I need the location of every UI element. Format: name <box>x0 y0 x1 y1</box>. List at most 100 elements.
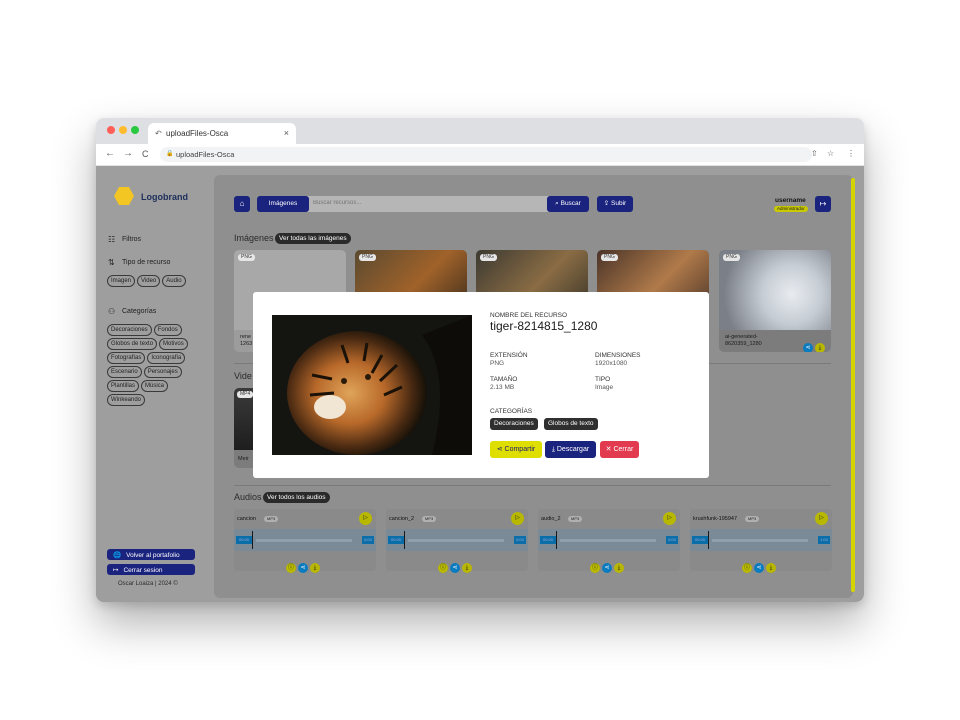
url-field[interactable]: 🔒 uploadFiles-Osca <box>160 147 812 162</box>
see-all-images-button[interactable]: Ver todas las imágenes <box>275 233 351 244</box>
videos-section-title: Vide <box>234 371 252 381</box>
play-icon[interactable]: ▷ <box>359 512 372 525</box>
close-button[interactable]: ✕ Cerrar <box>600 441 639 458</box>
tab-close-icon[interactable]: × <box>284 128 289 138</box>
chip-category[interactable]: Música <box>141 380 169 392</box>
waveform-track <box>712 539 808 542</box>
home-button[interactable]: ⌂ <box>234 196 250 212</box>
download-button[interactable]: ⤓ Descargar <box>545 441 596 458</box>
time-end: 0:00 <box>666 536 678 544</box>
maximize-window-dot[interactable] <box>131 126 139 134</box>
categories-icon: ⚇ <box>108 307 116 316</box>
chip-category[interactable]: Motivos <box>159 338 188 350</box>
share-button-label: Compartir <box>504 446 536 453</box>
back-arrow-icon[interactable]: ← <box>105 148 115 159</box>
waveform[interactable]: 00:00 0:00 <box>234 529 376 551</box>
info-icon[interactable]: ⓘ <box>438 563 448 573</box>
chip-category[interactable]: Fondos <box>153 324 182 336</box>
close-button-label: Cerrar <box>613 446 634 453</box>
url-text: uploadFiles-Osca <box>176 150 235 159</box>
audio-name: audio_2 <box>541 516 561 522</box>
tab-favicon-icon: ↶ <box>155 129 162 138</box>
dimensions-label: DIMENSIONES <box>595 352 641 359</box>
chip-category[interactable]: Winkeando <box>107 394 146 406</box>
share-icon[interactable]: ⋖ <box>450 563 460 573</box>
chip-category[interactable]: Escenario <box>107 366 142 378</box>
scrollbar[interactable] <box>851 178 855 592</box>
waveform[interactable]: 00:00 0:00 <box>538 529 680 551</box>
card-name: rene 1263 <box>240 334 252 348</box>
share-icon: ⋖ <box>496 446 505 453</box>
play-icon[interactable]: ▷ <box>663 512 676 525</box>
download-button-label: Descargar <box>556 446 590 453</box>
role-badge: Administrador <box>774 206 808 212</box>
search-input[interactable] <box>313 200 533 206</box>
audio-name: cancion <box>237 516 256 522</box>
chip-video[interactable]: Video <box>137 275 161 287</box>
lock-icon: 🔒 <box>166 151 174 157</box>
format-badge: MP3 <box>568 516 583 522</box>
format-badge: PNG <box>359 254 376 261</box>
info-icon[interactable]: ⓘ <box>590 563 600 573</box>
download-icon[interactable]: ⤓ <box>310 563 320 573</box>
time-start: 00:00 <box>236 536 252 544</box>
share-icon[interactable]: ⋖ <box>754 563 764 573</box>
reload-icon[interactable]: C <box>142 149 149 159</box>
upload-button-label: Subir <box>611 200 627 207</box>
share-button[interactable]: ⋖ Compartir <box>490 441 542 458</box>
chip-imagen[interactable]: Imagen <box>107 275 136 287</box>
format-badge: MP3 <box>422 516 437 522</box>
forward-arrow-icon[interactable]: → <box>123 148 133 159</box>
bookmark-star-icon[interactable]: ☆ <box>827 149 834 158</box>
logout-icon: ↦ <box>819 199 827 208</box>
upload-button[interactable]: ⇪ Subir <box>597 196 633 212</box>
play-icon[interactable]: ▷ <box>511 512 524 525</box>
download-icon[interactable]: ⤓ <box>815 343 825 352</box>
share-icon[interactable]: ⋖ <box>602 563 612 573</box>
upload-icon: ⇪ <box>603 200 612 207</box>
share-icon[interactable]: ⋖ <box>803 343 813 352</box>
audio-actions: ⓘ ⋖ ⤓ <box>436 556 472 574</box>
image-card[interactable]: PNG ai-generated- 8620359_1280 ⋖ ⤓ <box>719 250 831 352</box>
chip-audio[interactable]: Audio <box>162 275 186 287</box>
download-icon[interactable]: ⤓ <box>462 563 472 573</box>
category-tag: Globos de texto <box>544 418 598 430</box>
back-to-portfolio-button[interactable]: 🌐 Volver al portafolio <box>107 549 195 560</box>
audio-card: audio_2 MP3 ▷ 00:00 0:00 ⓘ ⋖ ⤓ <box>538 509 680 574</box>
time-start: 00:00 <box>540 536 556 544</box>
resource-select[interactable]: Imágenes <box>257 196 309 212</box>
audio-name: cancion_2 <box>389 516 415 522</box>
play-icon[interactable]: ▷ <box>815 512 828 525</box>
browser-menu-icon[interactable]: ⋮ <box>847 149 855 158</box>
logo-hexagon-icon <box>114 187 134 205</box>
type-value: Image <box>595 384 614 391</box>
download-icon[interactable]: ⤓ <box>614 563 624 573</box>
see-all-audios-button[interactable]: Ver todos los audios <box>263 492 330 503</box>
waveform[interactable]: 00:00 1:00 <box>690 529 832 551</box>
portfolio-button-label: Volver al portafolio <box>126 552 180 559</box>
chip-category[interactable]: Plantillas <box>107 380 140 392</box>
waveform[interactable]: 00:00 0:00 <box>386 529 528 551</box>
info-icon[interactable]: ⓘ <box>286 563 296 573</box>
chip-category[interactable]: Iconografía <box>147 352 186 364</box>
time-end: 0:00 <box>514 536 526 544</box>
size-label: TAMAÑO <box>490 376 518 383</box>
resource-type-label: Tipo de recurso <box>122 259 171 266</box>
dimensions-value: 1920x1080 <box>595 360 628 367</box>
close-window-dot[interactable] <box>107 126 115 134</box>
logout-sidebar-button[interactable]: ↦ Cerrar sesion <box>107 564 195 575</box>
browser-titlebar: ↶ uploadFiles-Osca × <box>96 118 864 144</box>
logout-button[interactable]: ↦ <box>815 196 831 212</box>
share-page-icon[interactable]: ⇧ <box>811 149 818 158</box>
minimize-window-dot[interactable] <box>119 126 127 134</box>
download-icon[interactable]: ⤓ <box>766 563 776 573</box>
audio-actions: ⓘ ⋖ ⤓ <box>588 556 624 574</box>
browser-tab[interactable]: ↶ uploadFiles-Osca × <box>148 123 296 144</box>
chip-category[interactable]: Globos de texto <box>107 338 158 350</box>
share-icon[interactable]: ⋖ <box>298 563 308 573</box>
info-icon[interactable]: ⓘ <box>742 563 752 573</box>
chip-category[interactable]: Personajes <box>143 366 182 378</box>
chip-category[interactable]: Decoraciones <box>107 324 152 336</box>
chip-category[interactable]: Fotografías <box>107 352 146 364</box>
search-button[interactable]: ⌕ Buscar <box>547 196 589 212</box>
